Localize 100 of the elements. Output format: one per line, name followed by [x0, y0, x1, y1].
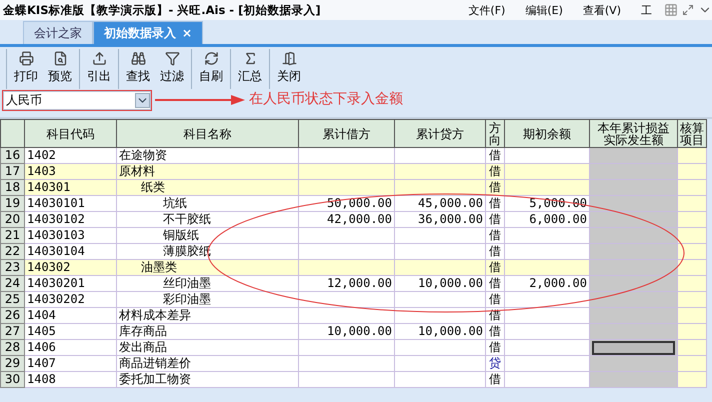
table-cell[interactable]: [590, 228, 678, 244]
table-cell: 2,000.00: [504, 276, 590, 292]
table-cell: 材料成本差异: [116, 308, 298, 324]
row-number: 19: [0, 196, 24, 212]
toolbar-button[interactable]: 汇总: [233, 49, 267, 87]
toolbar-button[interactable]: 自刷: [194, 49, 228, 87]
row-number: 20: [0, 212, 24, 228]
table-cell: [678, 196, 706, 212]
table-cell: 14030101: [24, 196, 116, 212]
table-cell: 彩印油墨: [116, 292, 298, 308]
table-cell: 商品进销差价: [116, 356, 298, 372]
table-cell[interactable]: [590, 196, 678, 212]
grid-icon[interactable]: [664, 3, 678, 17]
table-cell: [678, 276, 706, 292]
table-cell: 发出商品: [116, 340, 298, 356]
row-number: 17: [0, 164, 24, 180]
row-number: 16: [0, 148, 24, 164]
filter-icon: [164, 51, 180, 66]
table-cell[interactable]: [590, 164, 678, 180]
toolbar-button[interactable]: 引出: [82, 49, 116, 87]
row-number: 24: [0, 276, 24, 292]
tab-label: 初始数据录入: [104, 24, 176, 42]
table-cell[interactable]: [590, 260, 678, 276]
table-cell: [678, 228, 706, 244]
annotation-text: 在人民币状态下录入金额: [249, 91, 403, 108]
table-cell: [678, 324, 706, 340]
close-icon: [282, 51, 296, 66]
preview-icon: [52, 51, 68, 66]
row-number: 29: [0, 356, 24, 372]
table-cell: 45,000.00: [394, 196, 486, 212]
find-icon: [130, 51, 146, 66]
export-icon: [92, 51, 106, 66]
table-cell: [678, 212, 706, 228]
window-title: 金蝶KIS标准版【教学演示版】- 兴旺.Ais - [初始数据录入]: [3, 2, 322, 18]
row-number: 26: [0, 308, 24, 324]
tab[interactable]: 会计之家: [23, 21, 93, 44]
refresh-icon: [204, 51, 218, 66]
table-cell: 在途物资: [116, 148, 298, 164]
menu-item[interactable]: 文件(F): [460, 2, 514, 18]
menu-item[interactable]: 工: [633, 2, 660, 18]
table-cell: 1403: [24, 164, 116, 180]
table-cell[interactable]: [590, 212, 678, 228]
table-cell[interactable]: [590, 292, 678, 308]
table-cell: [678, 148, 706, 164]
table-cell: 铜版纸: [116, 228, 298, 244]
row-number: 22: [0, 244, 24, 260]
table-cell[interactable]: [590, 148, 678, 164]
table-cell: 原材料: [116, 164, 298, 180]
table-cell: 委托加工物资: [116, 372, 298, 388]
table-cell: 14030102: [24, 212, 116, 228]
table-cell: 1404: [24, 308, 116, 324]
table-cell: 不干胶纸: [116, 212, 298, 228]
table-cell: [678, 180, 706, 196]
table-cell: 丝印油墨: [116, 276, 298, 292]
table-cell[interactable]: [590, 308, 678, 324]
table-cell[interactable]: [590, 356, 678, 372]
toolbar-button[interactable]: 查找: [121, 49, 155, 87]
table-cell: [678, 340, 706, 356]
toolbar-button[interactable]: 预览: [43, 49, 77, 87]
column-header: 累计借方: [298, 120, 394, 148]
table-cell: 36,000.00: [394, 212, 486, 228]
table-cell: 10,000.00: [394, 324, 486, 340]
row-number: 27: [0, 324, 24, 340]
row-number: 25: [0, 292, 24, 308]
row-number: 30: [0, 372, 24, 388]
toolbar-button[interactable]: 打印: [9, 49, 43, 87]
row-number: 28: [0, 340, 24, 356]
table-cell: [678, 356, 706, 372]
table-cell: 6,000.00: [504, 212, 590, 228]
row-number: 21: [0, 228, 24, 244]
column-header: 科目名称: [116, 120, 298, 148]
table-cell: 14030201: [24, 276, 116, 292]
table-cell: 1405: [24, 324, 116, 340]
table-cell: 14030103: [24, 228, 116, 244]
table-cell: 1402: [24, 148, 116, 164]
table-cell: 14030104: [24, 244, 116, 260]
table-cell[interactable]: [590, 276, 678, 292]
toolbar-button[interactable]: 关闭: [272, 49, 306, 87]
menu-item[interactable]: 查看(V): [574, 2, 629, 18]
table-cell[interactable]: [590, 180, 678, 196]
table-cell: 库存商品: [116, 324, 298, 340]
column-header: 期初余额: [504, 120, 590, 148]
table-cell: [678, 292, 706, 308]
menu-item[interactable]: 编辑(E): [517, 2, 571, 18]
currency-dropdown[interactable]: 人民币: [3, 91, 151, 110]
row-number: 23: [0, 260, 24, 276]
column-header: 科目代码: [24, 120, 116, 148]
column-header: 方 向: [486, 120, 504, 148]
table-cell: 1407: [24, 356, 116, 372]
table-cell: [678, 308, 706, 324]
table-cell: 140302: [24, 260, 116, 276]
row-number: 18: [0, 180, 24, 196]
column-header: 累计贷方: [394, 120, 486, 148]
table-cell[interactable]: [590, 372, 678, 388]
maximize-icon[interactable]: [682, 4, 694, 16]
table-cell[interactable]: [590, 324, 678, 340]
table-cell: 14030202: [24, 292, 116, 308]
table-cell[interactable]: [590, 244, 678, 260]
toolbar-button[interactable]: 过滤: [155, 49, 189, 87]
table-cell: 42,000.00: [298, 212, 394, 228]
